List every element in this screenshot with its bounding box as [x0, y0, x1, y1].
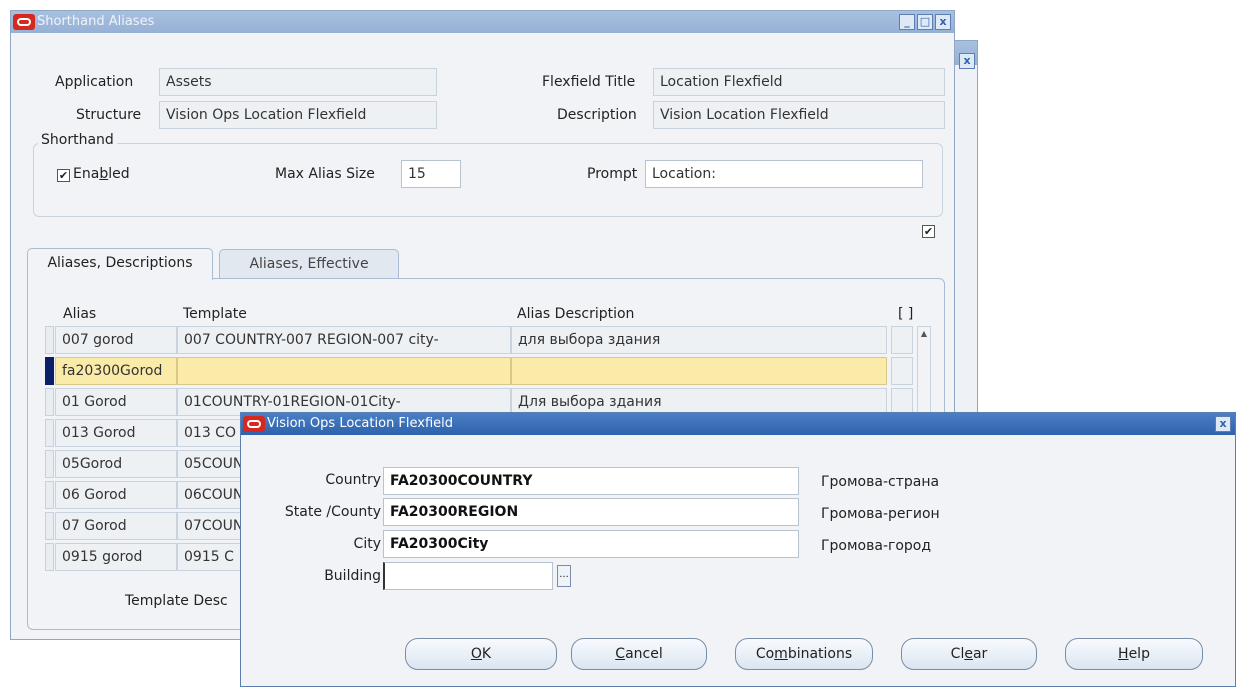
- scroll-up-arrow-icon[interactable]: ▲: [918, 327, 930, 341]
- row-description[interactable]: [511, 357, 887, 385]
- flexfield-title-field[interactable]: Location Flexfield: [653, 68, 945, 96]
- state-desc: Громова-регион: [821, 506, 940, 522]
- clear-label-u: e: [964, 646, 973, 662]
- cancel-label: ancel: [625, 646, 663, 662]
- row-marker-current[interactable]: [45, 357, 54, 385]
- description-field[interactable]: Vision Location Flexfield: [653, 101, 945, 129]
- row-marker[interactable]: [45, 512, 54, 540]
- combinations-label-a: Co: [755, 646, 775, 662]
- max-alias-size-label: Max Alias Size: [275, 166, 375, 182]
- dialog-titlebar: Vision Ops Location Flexfield x: [241, 413, 1235, 435]
- top-right-check-icon[interactable]: ✔: [922, 225, 935, 238]
- row-marker[interactable]: [45, 388, 54, 416]
- row-alias[interactable]: 013 Gorod: [55, 419, 177, 447]
- oracle-logo-icon: [13, 14, 35, 30]
- clear-label-b: ar: [972, 646, 988, 662]
- application-field[interactable]: Assets: [159, 68, 437, 96]
- row-alias[interactable]: 01 Gorod: [55, 388, 177, 416]
- building-lov-button[interactable]: ...: [557, 565, 571, 587]
- description-label: Description: [557, 107, 637, 123]
- structure-label: Structure: [76, 107, 142, 123]
- max-alias-size-field[interactable]: 15: [401, 160, 461, 188]
- col-alias-description: Alias Description: [517, 306, 635, 322]
- tab-aliases-effective[interactable]: Aliases, Effective: [219, 249, 399, 279]
- country-field[interactable]: FA20300COUNTRY: [383, 467, 799, 495]
- ok-label: K: [481, 646, 492, 662]
- dialog-close-button[interactable]: x: [1215, 416, 1231, 432]
- cancel-button[interactable]: Cancel: [571, 638, 707, 670]
- row-alias[interactable]: fa20300Gorod: [55, 357, 177, 385]
- clear-button[interactable]: Clear: [901, 638, 1037, 670]
- dialog-title: Vision Ops Location Flexfield: [267, 416, 454, 431]
- col-template: Template: [183, 306, 247, 322]
- background-close-button[interactable]: x: [959, 53, 975, 69]
- maximize-button[interactable]: □: [917, 14, 933, 30]
- help-label: elp: [1128, 646, 1150, 662]
- row-description[interactable]: для выбора здания: [511, 326, 887, 354]
- row-template[interactable]: [177, 357, 511, 385]
- table-scrollbar[interactable]: ▲: [917, 326, 931, 426]
- row-marker[interactable]: [45, 326, 54, 354]
- enabled-label-a: Ena: [73, 166, 100, 182]
- enabled-label-b: b: [99, 166, 109, 182]
- help-button[interactable]: Help: [1065, 638, 1203, 670]
- country-label: Country: [325, 472, 381, 488]
- row-flag[interactable]: [891, 357, 913, 385]
- ok-label-u: O: [470, 646, 482, 662]
- city-field[interactable]: FA20300City: [383, 530, 799, 558]
- ok-button[interactable]: OK: [405, 638, 557, 670]
- application-label: Application: [55, 74, 134, 90]
- flexfield-title-label: Flexfield Title: [542, 74, 636, 90]
- shorthand-group-label: Shorthand: [38, 132, 117, 148]
- col-flag: [ ]: [898, 306, 914, 322]
- combinations-button[interactable]: Combinations: [735, 638, 873, 670]
- row-marker[interactable]: [45, 481, 54, 509]
- tab-aliases-descriptions[interactable]: Aliases, Descriptions: [27, 248, 213, 280]
- structure-field[interactable]: Vision Ops Location Flexfield: [159, 101, 437, 129]
- city-desc: Громова-город: [821, 538, 932, 554]
- state-field[interactable]: FA20300REGION: [383, 498, 799, 526]
- close-button[interactable]: x: [935, 14, 951, 30]
- row-marker[interactable]: [45, 450, 54, 478]
- row-alias[interactable]: 07 Gorod: [55, 512, 177, 540]
- country-desc: Громова-страна: [821, 474, 940, 490]
- row-alias[interactable]: 05Gorod: [55, 450, 177, 478]
- row-template[interactable]: 007 COUNTRY-007 REGION-007 city-: [177, 326, 511, 354]
- state-label: State /County: [284, 504, 381, 520]
- template-desc-label: Template Desc: [125, 593, 228, 609]
- flexfield-dialog: Vision Ops Location Flexfield x Country …: [240, 412, 1236, 687]
- city-label: City: [353, 536, 381, 552]
- enabled-label-c: led: [108, 166, 130, 182]
- clear-label-a: Cl: [950, 646, 965, 662]
- main-window-title: Shorthand Aliases: [37, 14, 155, 29]
- row-alias[interactable]: 06 Gorod: [55, 481, 177, 509]
- oracle-logo-icon: [243, 416, 265, 432]
- col-alias: Alias: [63, 306, 97, 322]
- cancel-label-u: C: [615, 646, 626, 662]
- row-alias[interactable]: 007 gorod: [55, 326, 177, 354]
- prompt-field[interactable]: Location:: [645, 160, 923, 188]
- combinations-label-b: binations: [787, 646, 853, 662]
- row-flag[interactable]: [891, 326, 913, 354]
- row-alias[interactable]: 0915 gorod: [55, 543, 177, 571]
- building-field[interactable]: [383, 562, 553, 590]
- row-marker[interactable]: [45, 419, 54, 447]
- enabled-checkbox[interactable]: ✔ Enabled: [57, 166, 130, 182]
- help-label-u: H: [1118, 646, 1129, 662]
- enabled-check-icon[interactable]: ✔: [57, 169, 70, 182]
- combinations-label-u: m: [774, 646, 788, 662]
- row-marker[interactable]: [45, 543, 54, 571]
- minimize-button[interactable]: _: [899, 14, 915, 30]
- main-titlebar: Shorthand Aliases _ □ x: [11, 11, 954, 33]
- building-label: Building: [324, 568, 381, 584]
- prompt-label: Prompt: [587, 166, 638, 182]
